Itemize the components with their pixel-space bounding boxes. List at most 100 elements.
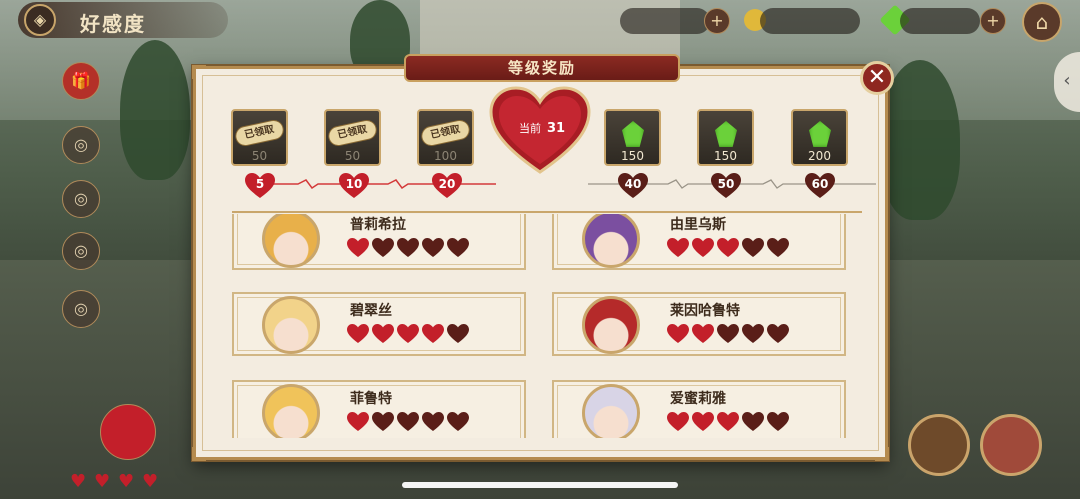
heart-menu-button[interactable]	[100, 404, 156, 460]
claimed-badge: 已领取	[419, 118, 472, 148]
side-menu-button[interactable]: ◎	[62, 290, 100, 328]
reward-amount: 150	[621, 149, 644, 163]
current-level-label: 当前	[518, 122, 541, 135]
reward-item[interactable]: 已领取 50	[324, 109, 381, 166]
currency-box-1	[620, 8, 710, 34]
heart-filled-icon	[717, 412, 739, 431]
currency-box-3	[900, 8, 980, 34]
character-name: 莱因哈鲁特	[670, 303, 740, 319]
heart-empty-icon	[767, 324, 789, 343]
reward-amount: 50	[251, 149, 268, 163]
add-currency-button[interactable]: +	[704, 8, 730, 34]
add-gem-button[interactable]: +	[980, 8, 1006, 34]
heart-filled-icon	[347, 412, 369, 431]
character-name: 由里乌斯	[670, 217, 726, 233]
character-card[interactable]: 菲鲁特	[232, 380, 526, 438]
character-card[interactable]: 爱蜜莉雅	[552, 380, 846, 438]
character-name: 菲鲁特	[350, 391, 392, 407]
heart-empty-icon	[767, 412, 789, 431]
affection-hearts	[667, 238, 789, 260]
reward-item[interactable]: 已领取 50	[231, 109, 288, 166]
green-gem-icon	[809, 121, 831, 147]
dialog-title: 等级奖励	[404, 54, 680, 82]
claimed-badge: 已领取	[326, 118, 379, 148]
heart-icon: ♥	[70, 471, 87, 492]
corner-ornament	[875, 447, 889, 461]
character-name: 碧翠丝	[350, 303, 392, 319]
background-tree	[120, 40, 190, 180]
character-name: 爱蜜莉雅	[670, 391, 726, 407]
heart-empty-icon	[397, 238, 419, 257]
bottom-avatar[interactable]	[908, 414, 970, 476]
level-number: 40	[624, 177, 642, 191]
heart-filled-icon	[372, 324, 394, 343]
heart-empty-icon	[742, 238, 764, 257]
character-card[interactable]: 碧翠丝	[232, 292, 526, 356]
character-list[interactable]: 普莉希拉 由里乌斯 碧翠丝 莱因哈鲁特 菲鲁特 爱蜜莉雅	[232, 214, 862, 438]
heart-empty-icon	[397, 412, 419, 431]
character-card[interactable]: 普莉希拉	[232, 214, 526, 270]
heart-icon: ♥	[94, 471, 111, 492]
level-heart-marker: 40	[618, 173, 648, 199]
level-number: 50	[717, 177, 735, 191]
level-number: 5	[255, 177, 265, 191]
avatar	[582, 214, 640, 268]
affection-hearts	[667, 412, 789, 434]
heart-empty-icon	[447, 412, 469, 431]
heart-empty-icon	[372, 238, 394, 257]
heart-filled-icon	[347, 324, 369, 343]
level-heart-marker: 10	[339, 173, 369, 199]
affection-hearts	[667, 324, 789, 346]
current-level-value: 31	[546, 121, 566, 136]
current-level-display: 当前 31	[507, 120, 577, 136]
reward-item[interactable]: 150	[604, 109, 661, 166]
heart-filled-icon	[422, 324, 444, 343]
side-menu-button[interactable]: ◎	[62, 126, 100, 164]
level-heart-marker: 5	[245, 173, 275, 199]
claimed-badge: 已领取	[233, 118, 286, 148]
level-heart-marker: 60	[805, 173, 835, 199]
level-number: 10	[345, 177, 363, 191]
reward-item[interactable]: 已领取 100	[417, 109, 474, 166]
heart-empty-icon	[742, 324, 764, 343]
affection-hearts	[347, 412, 469, 434]
character-name: 普莉希拉	[350, 217, 406, 233]
affection-hearts	[347, 324, 469, 346]
close-button[interactable]: ✕	[860, 61, 894, 95]
gift-icon[interactable]: 🎁	[62, 62, 100, 100]
heart-filled-icon	[692, 412, 714, 431]
heart-filled-icon	[717, 238, 739, 257]
heart-empty-icon	[372, 412, 394, 431]
page-title: 好感度	[80, 12, 146, 36]
green-gem-icon	[715, 121, 737, 147]
heart-empty-icon	[717, 324, 739, 343]
heart-filled-icon	[347, 238, 369, 257]
corner-ornament	[192, 65, 206, 79]
reward-amount: 150	[714, 149, 737, 163]
heart-filled-icon	[667, 238, 689, 257]
heart-empty-icon	[742, 412, 764, 431]
avatar	[262, 384, 320, 438]
reward-amount: 50	[344, 149, 361, 163]
home-icon[interactable]: ⌂	[1022, 2, 1062, 42]
character-card[interactable]: 莱因哈鲁特	[552, 292, 846, 356]
heart-icon: ♥	[142, 471, 159, 492]
home-indicator	[402, 482, 678, 488]
corner-ornament	[192, 447, 206, 461]
heart-empty-icon	[447, 324, 469, 343]
bottom-avatar[interactable]	[980, 414, 1042, 476]
reward-item[interactable]: 200	[791, 109, 848, 166]
green-gem-icon	[622, 121, 644, 147]
back-icon[interactable]: ◈	[24, 4, 56, 36]
heart-empty-icon	[447, 238, 469, 257]
avatar	[262, 296, 320, 354]
currency-box-2	[760, 8, 860, 34]
heart-filled-icon	[692, 238, 714, 257]
reward-item[interactable]: 150	[697, 109, 754, 166]
character-card[interactable]: 由里乌斯	[552, 214, 846, 270]
side-menu-button[interactable]: ◎	[62, 232, 100, 270]
reward-amount: 100	[434, 149, 457, 163]
heart-filled-icon	[692, 324, 714, 343]
heart-filled-icon	[667, 324, 689, 343]
side-menu-button[interactable]: ◎	[62, 180, 100, 218]
